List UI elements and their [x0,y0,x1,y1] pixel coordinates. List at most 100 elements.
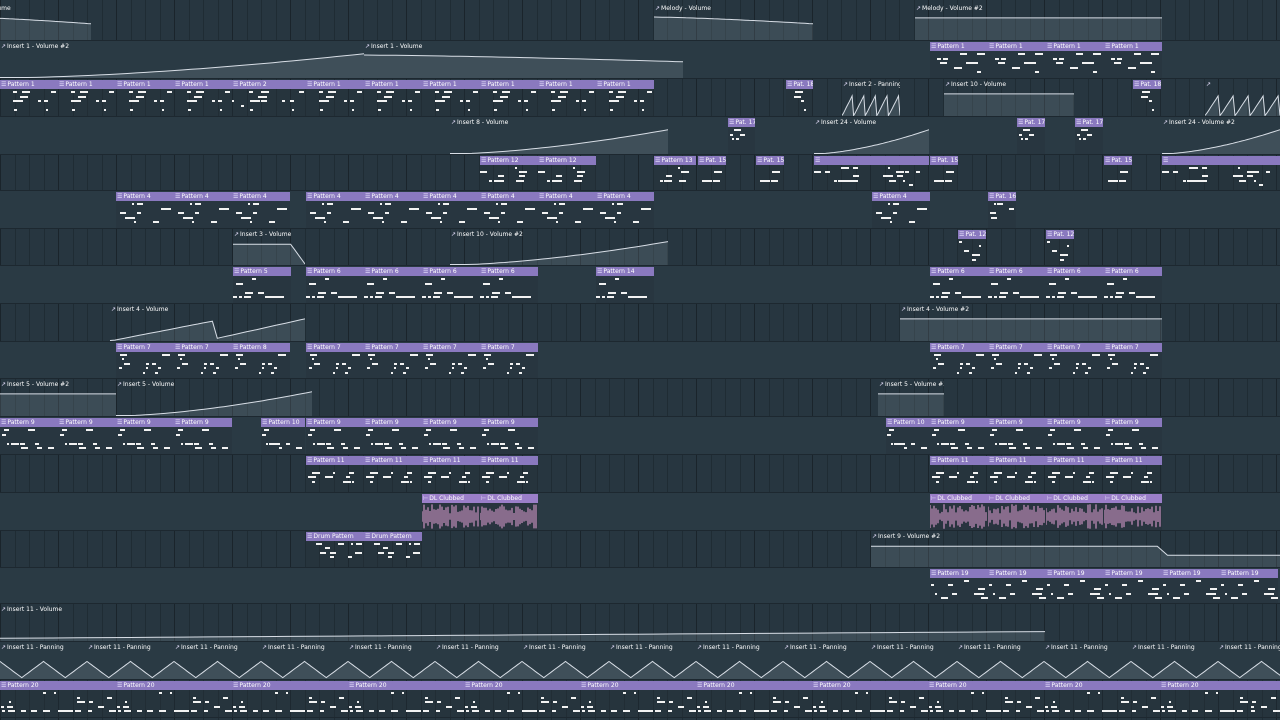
clip-header[interactable]: ↗Insert 11 - Panning [957,643,1044,652]
automation-clip[interactable]: ↗Insert 4 - Volume [110,305,305,341]
automation-clip[interactable]: ↗Insert 3 - Volume [233,230,305,265]
clip-header[interactable]: ☰Pattern 1 [174,80,232,89]
automation-clip[interactable]: ↗Insert 2 - Panning [842,80,900,116]
pattern-clip[interactable]: ☰Pattern 19 [988,569,1046,603]
clip-header[interactable]: ↗Insert 10 - Volume #2 [450,230,668,239]
clip-header[interactable]: ☰Pattern 20 [464,681,580,690]
clip-header[interactable]: ☰Pattern 1 [988,42,1046,51]
pattern-clip[interactable]: ☰Pattern 9 [988,418,1046,454]
clip-header[interactable]: ☰Pattern 4 [364,192,422,201]
automation-clip[interactable]: ↗Insert 11 - Panning [522,643,609,679]
automation-clip[interactable]: ↗Insert 11 - Volume [0,605,1045,641]
clip-header[interactable]: ☰Pattern 4 [174,192,232,201]
clip-header[interactable]: ☰Pattern 1 [596,80,654,89]
pattern-clip[interactable]: ☰Pattern 4 [538,192,596,228]
pattern-clip[interactable]: ☰Pattern 12 [538,156,596,190]
pattern-clip[interactable]: ☰Pattern 1 [988,42,1046,78]
clip-header[interactable]: ☰Pattern 19 [988,569,1046,578]
pattern-clip[interactable]: ☰Pattern 7 [364,343,422,378]
clip-header[interactable]: ☰Pattern 7 [930,343,988,352]
pattern-clip[interactable]: ☰Pattern 20 [348,681,464,717]
automation-clip[interactable]: ↗Insert 11 - Panning [0,643,87,679]
clip-header[interactable]: ☰Pattern 1 [306,80,364,89]
clip-header[interactable]: ☰Pattern 11 [364,456,422,465]
clip-header[interactable]: ↗Insert 11 - Panning [261,643,348,652]
pattern-clip[interactable]: ☰Pat. 17 [1017,118,1045,154]
automation-clip[interactable]: ↗Insert 4 - Volume #2 [900,305,1162,341]
pattern-clip[interactable]: ☰Pat. 15 [1104,156,1132,190]
audio-clip[interactable]: ⊢DL Clubbed [930,494,988,530]
pattern-clip[interactable]: ☰Pattern 1 [364,80,422,116]
clip-header[interactable]: ⊢DL Clubbed [930,494,988,503]
pattern-clip[interactable]: ☰Pattern 20 [1044,681,1160,717]
clip-header[interactable]: ☰Pat. 15 [756,156,784,165]
clip-header[interactable]: ☰Pattern 12 [480,156,538,165]
pattern-clip[interactable]: ☰Pattern 7 [480,343,538,378]
pattern-clip[interactable]: ☰Pattern 1 [422,80,480,116]
automation-clip[interactable]: ↗Insert 5 - Volume [116,380,312,416]
pattern-clip[interactable]: ☰Pattern 1 [538,80,596,116]
clip-header[interactable]: ↗Insert 11 - Volume [0,605,1045,614]
clip-header[interactable]: ☰Pattern 7 [422,343,480,352]
clip-header[interactable]: ↗Insert 11 - Panning [1218,643,1280,652]
pattern-clip[interactable]: ☰Pattern 5 [233,267,291,303]
clip-header[interactable]: ☰Pattern 19 [1162,569,1220,578]
clip-header[interactable]: ↗Insert 11 - Panning [870,643,957,652]
clip-header[interactable]: ☰Pattern 9 [306,418,364,427]
clip-header[interactable]: ☰Pattern 9 [0,418,58,427]
pattern-clip[interactable]: ☰Pattern 7 [988,343,1046,378]
clip-header[interactable]: ☰Pattern 7 [988,343,1046,352]
clip-header[interactable]: ☰Pattern 4 [538,192,596,201]
pattern-clip[interactable]: ☰Pat. 16 [988,192,1016,228]
automation-clip[interactable]: ↗Insert 11 - Panning [957,643,1044,679]
clip-header[interactable]: ☰Pattern 9 [1046,418,1104,427]
clip-header[interactable]: ☰Pattern 20 [1160,681,1280,690]
pattern-clip[interactable]: ☰ [814,156,929,190]
pattern-clip[interactable]: ☰Pattern 9 [480,418,538,454]
clip-header[interactable]: ☰Pat. 12 [958,230,986,239]
pattern-clip[interactable]: ☰Pattern 10 [261,418,305,454]
clip-header[interactable]: ☰Pattern 20 [928,681,1044,690]
clip-header[interactable]: ☰Pat. 15 [930,156,958,165]
track-row[interactable]: ☰Pattern 4 ☰Pattern 4 ☰Pattern 4 ☰Pattern 4… [0,191,1280,229]
track-row[interactable]: ↗Insert 5 - Volume #2 ↗Insert 5 - Volume ↗… [0,379,1280,417]
pattern-clip[interactable]: ☰Pattern 7 [174,343,232,378]
audio-clip[interactable]: ⊢DL Clubbed [480,494,538,530]
clip-header[interactable]: ☰Pattern 20 [0,681,116,690]
clip-header[interactable]: ☰Pat. 18 [1133,80,1161,89]
pattern-clip[interactable]: ☰Pattern 6 [422,267,480,303]
pattern-clip[interactable]: ☰Pattern 9 [422,418,480,454]
pattern-clip[interactable]: ☰Pattern 20 [696,681,812,717]
automation-clip[interactable]: ↗Insert 11 - Panning [174,643,261,679]
clip-header[interactable]: ☰Pattern 9 [930,418,988,427]
clip-header[interactable]: ↗Insert 11 - Panning [174,643,261,652]
track-row[interactable]: ☰Pattern 5 ☰Pattern 6 ☰Pattern 6 ☰Pattern 6… [0,266,1280,304]
pattern-clip[interactable]: ☰Pattern 6 [1046,267,1104,303]
pattern-clip[interactable]: ☰Pattern 6 [930,267,988,303]
pattern-clip[interactable]: ☰Pat. 18 [786,80,813,116]
clip-header[interactable]: ☰Pattern 11 [306,456,364,465]
audio-clip[interactable]: ⊢DL Clubbed [1104,494,1162,530]
pattern-clip[interactable]: ☰Pattern 19 [1162,569,1220,603]
clip-header[interactable]: ☰Pattern 4 [480,192,538,201]
pattern-clip[interactable]: ☰Pat. 12 [958,230,986,265]
clip-header[interactable]: ☰Pattern 5 [233,267,291,276]
track-row[interactable]: ☰Pattern 1 ☰Pattern 1 ☰Pattern 1 ☰Pattern 1… [0,79,1280,117]
clip-header[interactable]: ☰Pattern 6 [422,267,480,276]
automation-clip[interactable]: ↗Insert 10 - Volume #2 [450,230,668,265]
pattern-clip[interactable]: ☰Pattern 20 [464,681,580,717]
track-row[interactable]: ↗Insert 11 - Panning ↗Insert 11 - Panning… [0,642,1280,680]
clip-header[interactable]: ☰Pattern 4 [872,192,930,201]
clip-header[interactable]: ☰Pattern 20 [580,681,696,690]
clip-header[interactable]: ☰Pattern 1 [364,80,422,89]
pattern-clip[interactable]: ☰Pattern 12 [480,156,538,190]
pattern-clip[interactable]: ☰Pattern 20 [812,681,928,717]
audio-clip[interactable]: ⊢DL Clubbed [988,494,1046,530]
clip-header[interactable]: ⊢DL Clubbed [480,494,538,503]
pattern-clip[interactable]: ☰Pattern 11 [364,456,422,492]
pattern-clip[interactable]: ☰Pattern 20 [928,681,1044,717]
clip-header[interactable]: ☰Pattern 19 [1046,569,1104,578]
clip-header[interactable]: ↗Insert 5 - Volume #3 [878,380,944,389]
clip-header[interactable]: ☰Pattern 19 [1220,569,1278,578]
track-row[interactable]: ↗Insert 8 - Volume ☰Pat. 17 ↗Insert 24 - V… [0,117,1280,155]
